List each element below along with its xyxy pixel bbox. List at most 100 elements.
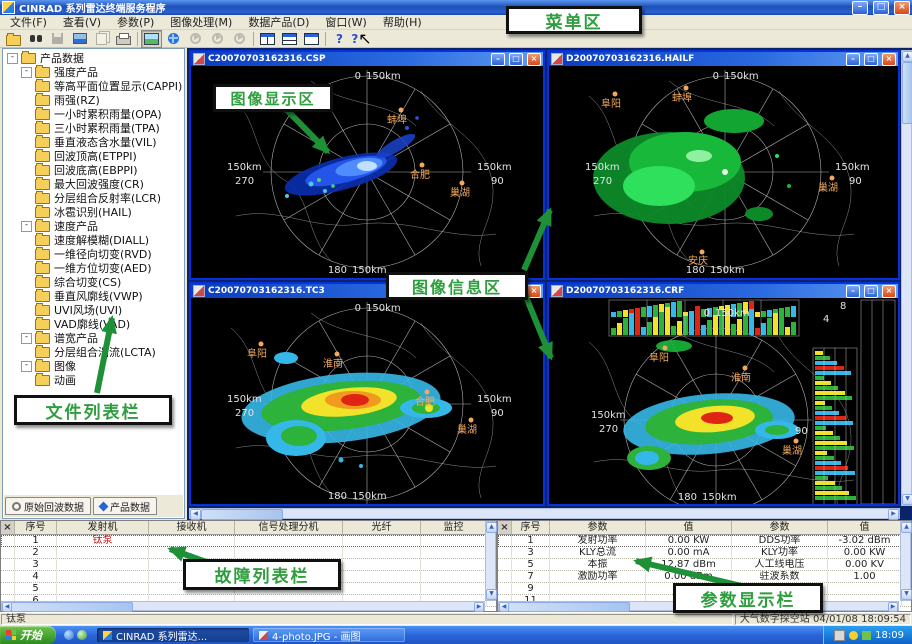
find-icon[interactable] <box>25 30 46 48</box>
taskbar-task-cinrad[interactable]: CINRAD 系列雷达... <box>97 628 249 642</box>
tree-item[interactable]: 雨强(RZ) <box>4 93 183 107</box>
copy-icon[interactable] <box>91 30 112 48</box>
context-help-icon[interactable]: ?↖ <box>351 30 372 48</box>
menu-item[interactable]: 文件(F) <box>2 14 55 30</box>
menu-item[interactable]: 查看(V) <box>55 14 109 30</box>
table-row[interactable]: 3KLY总流0.00 mAKLY功率0.00 KW <box>498 547 911 559</box>
close-icon[interactable]: × <box>894 1 910 15</box>
window-titlebar[interactable]: CINRAD 系列雷达终端服务程序 – □ × <box>0 0 912 15</box>
minimize-icon[interactable]: – <box>852 1 868 15</box>
ie-icon[interactable] <box>64 630 74 640</box>
minimize-icon[interactable]: – <box>846 53 860 66</box>
column-header[interactable]: 参数 <box>550 521 646 534</box>
tree-expander-icon[interactable]: - <box>21 67 32 78</box>
tree-item[interactable]: 动画 <box>4 373 183 387</box>
table-row[interactable]: 5本振12.87 dBm人工线电压0.00 KV <box>498 559 911 571</box>
fault-table-vscrollbar[interactable]: ▲ ▼ <box>485 521 496 601</box>
table-row[interactable]: 1发射功率0.00 KWDDS功率-3.02 dBm <box>498 535 911 547</box>
tree-item[interactable]: 等高平面位置显示(CAPPI) <box>4 79 183 93</box>
menu-item[interactable]: 数据产品(D) <box>240 14 317 30</box>
help-icon[interactable]: ? <box>329 30 350 48</box>
tree-item[interactable]: 一小时累积雨量(OPA) <box>4 107 183 121</box>
minimize-icon[interactable]: – <box>846 285 860 298</box>
tree-item[interactable]: -谱宽产品 <box>4 331 183 345</box>
column-header[interactable]: 值 <box>646 521 732 534</box>
fault-table-hscrollbar[interactable]: ◀ ▶ <box>1 601 485 611</box>
table-row[interactable]: 2 <box>1 547 496 559</box>
tree-item[interactable]: -产品数据 <box>4 51 183 65</box>
tab-raw-echo-data[interactable]: 原始回波数据 <box>5 497 91 515</box>
tree-item[interactable]: 一维方位切变(AED) <box>4 261 183 275</box>
start-button[interactable]: 开始 <box>0 626 56 644</box>
keyboard-layout-icon[interactable] <box>834 630 845 641</box>
tray-network-icon[interactable] <box>862 631 871 640</box>
child-titlebar[interactable]: D20070703162316.HAILF – □ × <box>549 52 898 66</box>
column-header[interactable]: 序号 <box>512 521 550 534</box>
refresh-icon[interactable] <box>207 30 228 48</box>
column-header[interactable]: 接收机 <box>149 521 235 534</box>
maximize-icon[interactable]: □ <box>509 53 523 66</box>
tree-item[interactable]: -速度产品 <box>4 219 183 233</box>
child-window-hailf[interactable]: D20070703162316.HAILF – □ × <box>547 50 900 280</box>
tree-item[interactable]: 垂直风廓线(VWP) <box>4 289 183 303</box>
close-icon[interactable]: × <box>527 53 541 66</box>
tree-item[interactable]: VAD廓线(VAD) <box>4 317 183 331</box>
tree-expander-icon[interactable]: - <box>21 221 32 232</box>
table-row[interactable]: 7激励功率0.00 dBm驻波系数1.00 <box>498 571 911 583</box>
radar-display-crf[interactable]: 0 150km 180 150km 150km 270 90 8 4 阜阳 淮南… <box>549 298 898 504</box>
open-icon[interactable] <box>3 30 24 48</box>
param-table-vscrollbar[interactable]: ▲ ▼ <box>900 521 911 601</box>
tree-item[interactable]: 分层组合反射率(LCR) <box>4 191 183 205</box>
menu-item[interactable]: 图像处理(M) <box>162 14 240 30</box>
column-header[interactable]: 信号处理分机 <box>235 521 343 534</box>
column-header[interactable]: 发射机 <box>57 521 149 534</box>
menu-item[interactable]: 帮助(H) <box>375 14 430 30</box>
tree-item[interactable]: -强度产品 <box>4 65 183 79</box>
child-window-tc3[interactable]: C20070703162316.TC3 × <box>189 282 545 506</box>
tree-item[interactable]: 速度解模糊(DIALL) <box>4 233 183 247</box>
panel-close-button[interactable]: × <box>498 521 512 534</box>
tree-item[interactable]: 最大回波强度(CR) <box>4 177 183 191</box>
maximize-icon[interactable]: □ <box>873 1 889 15</box>
column-header[interactable]: 光纤 <box>343 521 421 534</box>
table-row[interactable]: 1钛泵 <box>1 535 496 547</box>
cascade-icon[interactable] <box>301 30 322 48</box>
tree-expander-icon[interactable]: - <box>7 53 18 64</box>
tree-item[interactable]: 一维径向切变(RVD) <box>4 247 183 261</box>
menu-item[interactable]: 窗口(W) <box>317 14 374 30</box>
tile-vertical-icon[interactable] <box>257 30 278 48</box>
map-icon[interactable] <box>69 30 90 48</box>
column-header[interactable]: 序号 <box>15 521 57 534</box>
column-header[interactable]: 参数 <box>732 521 828 534</box>
tree-expander-icon[interactable]: - <box>21 333 32 344</box>
tray-status-icon[interactable] <box>849 631 858 640</box>
child-titlebar[interactable]: D20070703162316.CRF – □ × <box>549 284 898 298</box>
tree-item[interactable]: 冰雹识别(HAIL) <box>4 205 183 219</box>
menu-item[interactable]: 参数(P) <box>109 14 162 30</box>
child-titlebar[interactable]: C20070703162316.CSP – □ × <box>191 52 543 66</box>
radar-display-hailf[interactable]: 0 150km 180 150km 150km 270 150km 90 阜阳 … <box>549 66 898 278</box>
print-icon[interactable] <box>113 30 134 48</box>
picture-icon[interactable] <box>141 30 162 48</box>
tile-horizontal-icon[interactable] <box>279 30 300 48</box>
save-icon[interactable] <box>47 30 68 48</box>
tree-item[interactable]: 垂直液态含水量(VIL) <box>4 135 183 149</box>
maximize-icon[interactable]: □ <box>864 53 878 66</box>
tree-item[interactable]: 回波底高(EBPPI) <box>4 163 183 177</box>
column-header[interactable]: 值 <box>828 521 902 534</box>
tree-expander-icon[interactable]: - <box>21 361 32 372</box>
tab-product-data[interactable]: 产品数据 <box>93 497 157 515</box>
column-header[interactable]: 监控 <box>421 521 487 534</box>
maximize-icon[interactable]: □ <box>864 285 878 298</box>
refresh-icon[interactable] <box>229 30 250 48</box>
mdi-horizontal-scrollbar[interactable]: ◀ ▶ <box>189 508 900 519</box>
panel-close-button[interactable]: × <box>1 521 15 534</box>
close-icon[interactable]: × <box>882 285 896 298</box>
tree-item[interactable]: 回波顶高(ETPPI) <box>4 149 183 163</box>
browser-icon[interactable] <box>77 630 87 640</box>
tree-item[interactable]: -图像 <box>4 359 183 373</box>
refresh-icon[interactable] <box>185 30 206 48</box>
tree-item[interactable]: 综合切变(CS) <box>4 275 183 289</box>
tree-item[interactable]: 分层组合湍流(LCTA) <box>4 345 183 359</box>
minimize-icon[interactable]: – <box>491 53 505 66</box>
